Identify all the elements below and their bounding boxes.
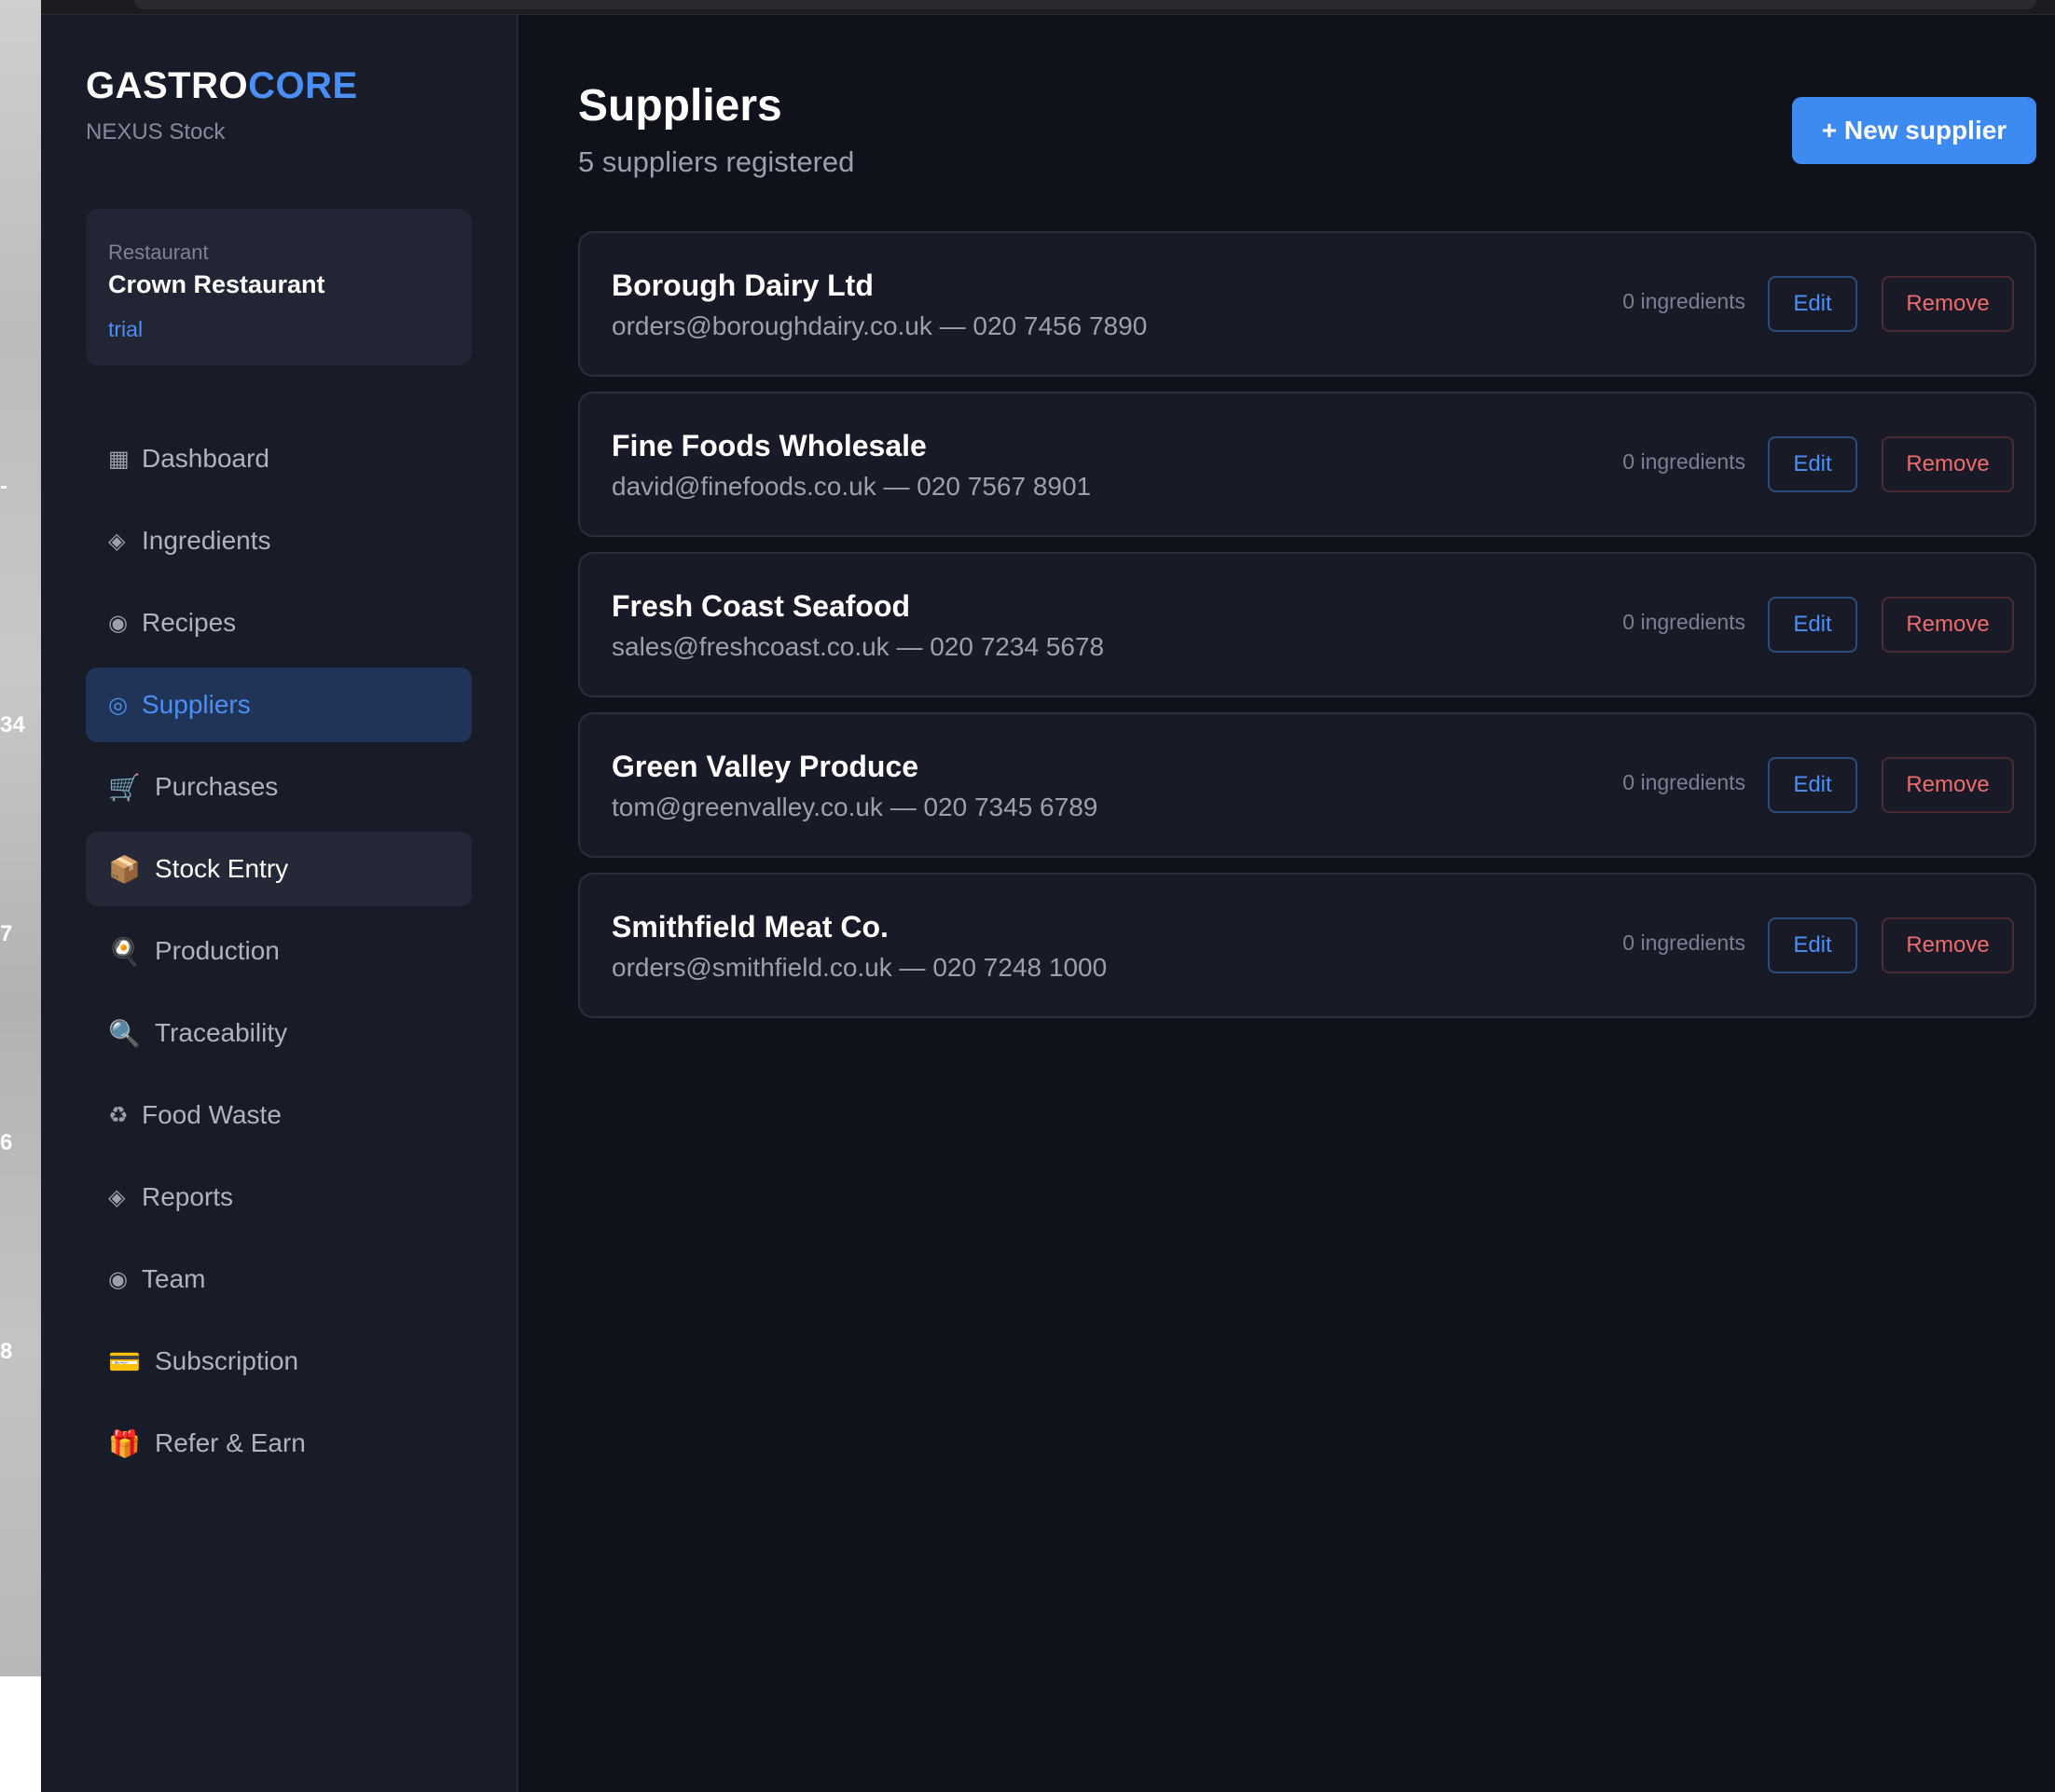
address-bar[interactable] xyxy=(134,0,2036,9)
sidebar-item-ingredients[interactable]: ◈ Ingredients xyxy=(86,503,472,578)
supplier-contact: sales@freshcoast.co.uk — 020 7234 5678 xyxy=(612,632,1105,661)
edit-supplier-button[interactable]: Edit xyxy=(1768,436,1857,492)
recycle-icon: ♻ xyxy=(108,1102,129,1128)
ingredient-count: 0 ingredients xyxy=(1622,289,1745,313)
supplier-contact: tom@greenvalley.co.uk — 020 7345 6789 xyxy=(612,793,1098,821)
dashboard-icon: ▦ xyxy=(108,446,130,472)
suppliers-icon: ◎ xyxy=(108,692,128,718)
supplier-contact: orders@smithfield.co.uk — 020 7248 1000 xyxy=(612,953,1108,982)
reports-icon: ◈ xyxy=(108,1184,126,1210)
magnifier-icon: 🔍 xyxy=(108,1018,141,1048)
sidebar-item-label: Purchases xyxy=(155,772,279,801)
backdrop-fragment: 8 xyxy=(0,1339,13,1364)
edit-supplier-button[interactable]: Edit xyxy=(1768,276,1857,332)
remove-supplier-button[interactable]: Remove xyxy=(1882,436,2014,492)
sidebar-item-traceability[interactable]: 🔍 Traceability xyxy=(86,996,472,1070)
sidebar-item-production[interactable]: 🍳 Production xyxy=(86,914,472,988)
sidebar-item-label: Refer & Earn xyxy=(155,1428,306,1457)
credit-card-icon: 💳 xyxy=(108,1346,141,1376)
remove-supplier-button[interactable]: Remove xyxy=(1882,917,2014,973)
brand-logo-part1: GASTRO xyxy=(86,65,249,106)
cart-icon: 🛒 xyxy=(108,772,141,802)
sidebar-item-label: Subscription xyxy=(155,1346,299,1375)
sidebar-item-recipes[interactable]: ◉ Recipes xyxy=(86,586,472,660)
team-icon: ◉ xyxy=(108,1266,128,1292)
remove-supplier-button[interactable]: Remove xyxy=(1882,597,2014,653)
page-subtitle: 5 suppliers registered xyxy=(578,145,855,178)
ingredients-icon: ◈ xyxy=(108,528,126,554)
ingredient-count: 0 ingredients xyxy=(1622,770,1745,794)
sidebar-item-team[interactable]: ◉ Team xyxy=(86,1242,472,1316)
sidebar-item-label: Production xyxy=(155,936,280,965)
ingredient-count: 0 ingredients xyxy=(1622,930,1745,955)
supplier-contact: david@finefoods.co.uk — 020 7567 8901 xyxy=(612,472,1092,501)
supplier-contact: orders@boroughdairy.co.uk — 020 7456 789… xyxy=(612,311,1148,340)
supplier-name: Borough Dairy Ltd xyxy=(612,269,874,302)
sidebar-item-label: Ingredients xyxy=(142,526,271,555)
sidebar-item-food-waste[interactable]: ♻ Food Waste xyxy=(86,1078,472,1152)
cooking-icon: 🍳 xyxy=(108,936,141,966)
sidebar-item-label: Food Waste xyxy=(142,1100,282,1129)
sidebar-item-reports[interactable]: ◈ Reports xyxy=(86,1160,472,1234)
page-title: Suppliers xyxy=(578,81,782,131)
sidebar-nav: ▦ Dashboard ◈ Ingredients ◉ Recipes ◎ Suppliers… xyxy=(86,421,472,1488)
sidebar-item-subscription[interactable]: 💳 Subscription xyxy=(86,1324,472,1399)
package-icon: 📦 xyxy=(108,854,141,884)
supplier-row: Borough Dairy Ltd orders@boroughdairy.co.… xyxy=(578,231,2036,377)
gift-icon: 🎁 xyxy=(108,1428,141,1458)
sidebar-item-stock-entry[interactable]: 📦 Stock Entry xyxy=(86,832,472,906)
remove-supplier-button[interactable]: Remove xyxy=(1882,276,2014,332)
brand-logo[interactable]: GASTROCORE xyxy=(86,65,358,107)
restaurant-label: Restaurant xyxy=(108,241,209,264)
supplier-name: Fine Foods Wholesale xyxy=(612,429,927,462)
restaurant-name: Crown Restaurant xyxy=(108,270,325,298)
sidebar-item-label: Team xyxy=(142,1264,206,1293)
sidebar-item-label: Reports xyxy=(142,1182,234,1211)
sidebar-item-dashboard[interactable]: ▦ Dashboard xyxy=(86,421,472,496)
sidebar-item-label: Dashboard xyxy=(142,444,269,473)
brand-subtitle: NEXUS Stock xyxy=(86,119,226,145)
backdrop-fragment: 6 xyxy=(0,1130,13,1155)
edit-supplier-button[interactable]: Edit xyxy=(1768,597,1857,653)
supplier-name: Smithfield Meat Co. xyxy=(612,910,889,944)
sidebar-item-suppliers[interactable]: ◎ Suppliers xyxy=(86,668,472,742)
supplier-name: Fresh Coast Seafood xyxy=(612,589,911,623)
backdrop-fragment: - xyxy=(0,474,7,499)
new-supplier-button[interactable]: + New supplier xyxy=(1792,97,2036,164)
plan-badge: trial xyxy=(108,317,144,341)
supplier-name: Green Valley Produce xyxy=(612,750,919,783)
backdrop-fragment: 34 xyxy=(0,712,25,737)
restaurant-card: Restaurant Crown Restaurant trial xyxy=(86,209,472,365)
sidebar-item-label: Traceability xyxy=(155,1018,288,1047)
remove-supplier-button[interactable]: Remove xyxy=(1882,757,2014,813)
backdrop-fragment: 7 xyxy=(0,921,13,946)
background-photo-strip: - 34 7 6 8 xyxy=(0,0,41,1676)
sidebar-item-label: Recipes xyxy=(142,608,237,637)
app-window: GASTROCORE NEXUS Stock Restaurant Crown … xyxy=(41,0,2055,1792)
supplier-row: Fine Foods Wholesale david@finefoods.co.u… xyxy=(578,392,2036,537)
window-top-bar xyxy=(41,0,2055,15)
ingredient-count: 0 ingredients xyxy=(1622,449,1745,474)
brand-logo-part2: CORE xyxy=(248,65,358,106)
edit-supplier-button[interactable]: Edit xyxy=(1768,757,1857,813)
supplier-row: Green Valley Produce tom@greenvalley.co.u… xyxy=(578,712,2036,858)
supplier-row: Fresh Coast Seafood sales@freshcoast.co.u… xyxy=(578,552,2036,697)
sidebar: GASTROCORE NEXUS Stock Restaurant Crown … xyxy=(41,15,518,1792)
sidebar-item-purchases[interactable]: 🛒 Purchases xyxy=(86,750,472,824)
sidebar-item-label: Suppliers xyxy=(142,690,251,719)
supplier-list: Borough Dairy Ltd orders@boroughdairy.co.… xyxy=(578,231,2036,1033)
backdrop-white-area xyxy=(0,1676,41,1792)
ingredient-count: 0 ingredients xyxy=(1622,610,1745,634)
supplier-row: Smithfield Meat Co. orders@smithfield.co.… xyxy=(578,873,2036,1018)
recipes-icon: ◉ xyxy=(108,610,128,636)
sidebar-item-refer-earn[interactable]: 🎁 Refer & Earn xyxy=(86,1406,472,1481)
sidebar-item-label: Stock Entry xyxy=(155,854,289,883)
edit-supplier-button[interactable]: Edit xyxy=(1768,917,1857,973)
